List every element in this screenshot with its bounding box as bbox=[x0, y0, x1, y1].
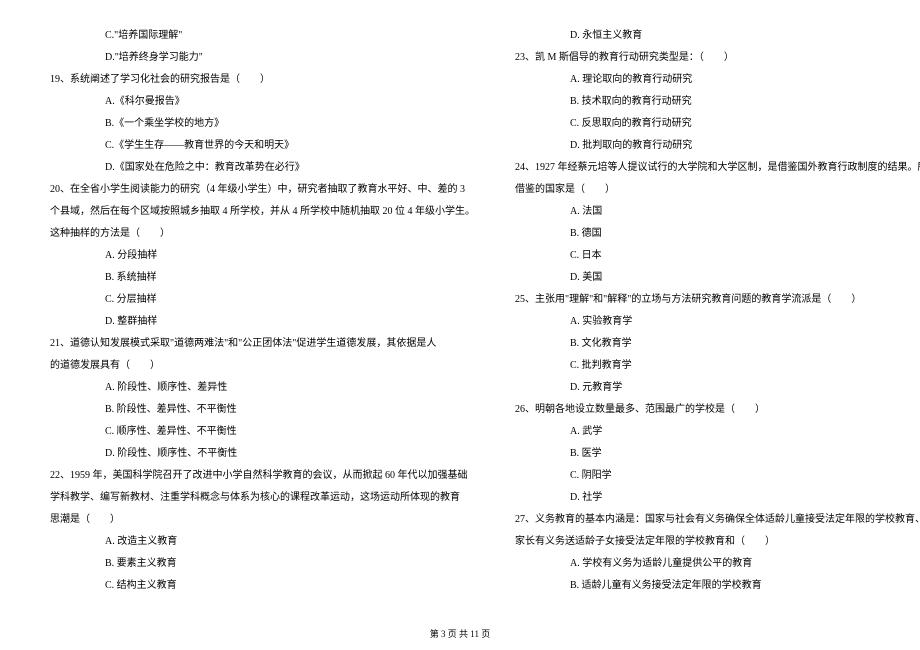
question-20-cont: 这种抽样的方法是（ ） bbox=[50, 223, 475, 244]
left-column: C."培养国际理解" D."培养终身学习能力" 19、系统阐述了学习化社会的研究… bbox=[50, 25, 475, 597]
option: C. 结构主义教育 bbox=[50, 575, 475, 596]
option: D."培养终身学习能力" bbox=[50, 47, 475, 68]
option: C. 日本 bbox=[515, 245, 920, 266]
question-25: 25、主张用"理解"和"解释"的立场与方法研究教育问题的教育学流派是（ ） bbox=[515, 289, 920, 310]
question-19: 19、系统阐述了学习化社会的研究报告是（ ） bbox=[50, 69, 475, 90]
option: B. 要素主义教育 bbox=[50, 553, 475, 574]
option: C. 分层抽样 bbox=[50, 289, 475, 310]
question-22-cont: 学科教学、编写新教材、注重学科概念与体系为核心的课程改革运动，这场运动所体现的教… bbox=[50, 487, 475, 508]
page-content: C."培养国际理解" D."培养终身学习能力" 19、系统阐述了学习化社会的研究… bbox=[0, 0, 920, 627]
question-24: 24、1927 年经蔡元培等人提议试行的大学院和大学区制，是借鉴国外教育行政制度… bbox=[515, 157, 920, 178]
option: A. 实验教育学 bbox=[515, 311, 920, 332]
option: A. 理论取向的教育行动研究 bbox=[515, 69, 920, 90]
option: B. 医学 bbox=[515, 443, 920, 464]
question-21: 21、道德认知发展模式采取"道德两难法"和"公正团体法"促进学生道德发展，其依据… bbox=[50, 333, 475, 354]
option: D. 永恒主义教育 bbox=[515, 25, 920, 46]
option: A. 武学 bbox=[515, 421, 920, 442]
question-26: 26、明朝各地设立数量最多、范围最广的学校是（ ） bbox=[515, 399, 920, 420]
option: C. 批判教育学 bbox=[515, 355, 920, 376]
option: D.《国家处在危险之中：教育改革势在必行》 bbox=[50, 157, 475, 178]
question-20: 20、在全省小学生阅读能力的研究（4 年级小学生）中，研究者抽取了教育水平好、中… bbox=[50, 179, 475, 200]
option: B. 适龄儿童有义务接受法定年限的学校教育 bbox=[515, 575, 920, 596]
option: D. 批判取向的教育行动研究 bbox=[515, 135, 920, 156]
option: C.《学生生存——教育世界的今天和明天》 bbox=[50, 135, 475, 156]
option: C. 反思取向的教育行动研究 bbox=[515, 113, 920, 134]
option: A. 改造主义教育 bbox=[50, 531, 475, 552]
option: D. 社学 bbox=[515, 487, 920, 508]
question-21-cont: 的道德发展具有（ ） bbox=[50, 355, 475, 376]
option: A.《科尔曼报告》 bbox=[50, 91, 475, 112]
question-20-cont: 个县域，然后在每个区域按照城乡抽取 4 所学校，并从 4 所学校中随机抽取 20… bbox=[50, 201, 475, 222]
option: D. 阶段性、顺序性、不平衡性 bbox=[50, 443, 475, 464]
question-23: 23、凯 M 斯倡导的教育行动研究类型是：（ ） bbox=[515, 47, 920, 68]
option: C."培养国际理解" bbox=[50, 25, 475, 46]
option: B. 技术取向的教育行动研究 bbox=[515, 91, 920, 112]
option: B. 系统抽样 bbox=[50, 267, 475, 288]
option: B. 文化教育学 bbox=[515, 333, 920, 354]
question-27: 27、义务教育的基本内涵是：国家与社会有义务确保全体适龄儿童接受法定年限的学校教… bbox=[515, 509, 920, 530]
page-footer: 第 3 页 共 11 页 bbox=[0, 627, 920, 640]
option: D. 元教育学 bbox=[515, 377, 920, 398]
option: B. 德国 bbox=[515, 223, 920, 244]
question-24-cont: 借鉴的国家是（ ） bbox=[515, 179, 920, 200]
option: A. 学校有义务为适龄儿童提供公平的教育 bbox=[515, 553, 920, 574]
option: B.《一个乘坐学校的地方》 bbox=[50, 113, 475, 134]
question-22-cont: 思潮是（ ） bbox=[50, 509, 475, 530]
option: A. 阶段性、顺序性、差异性 bbox=[50, 377, 475, 398]
question-27-cont: 家长有义务送适龄子女接受法定年限的学校教育和（ ） bbox=[515, 531, 920, 552]
question-22: 22、1959 年，美国科学院召开了改进中小学自然科学教育的会议，从而掀起 60… bbox=[50, 465, 475, 486]
option: C. 阴阳学 bbox=[515, 465, 920, 486]
option: C. 顺序性、差异性、不平衡性 bbox=[50, 421, 475, 442]
option: A. 分段抽样 bbox=[50, 245, 475, 266]
option: D. 美国 bbox=[515, 267, 920, 288]
option: B. 阶段性、差异性、不平衡性 bbox=[50, 399, 475, 420]
option: D. 整群抽样 bbox=[50, 311, 475, 332]
right-column: D. 永恒主义教育 23、凯 M 斯倡导的教育行动研究类型是：（ ） A. 理论… bbox=[515, 25, 920, 597]
option: A. 法国 bbox=[515, 201, 920, 222]
